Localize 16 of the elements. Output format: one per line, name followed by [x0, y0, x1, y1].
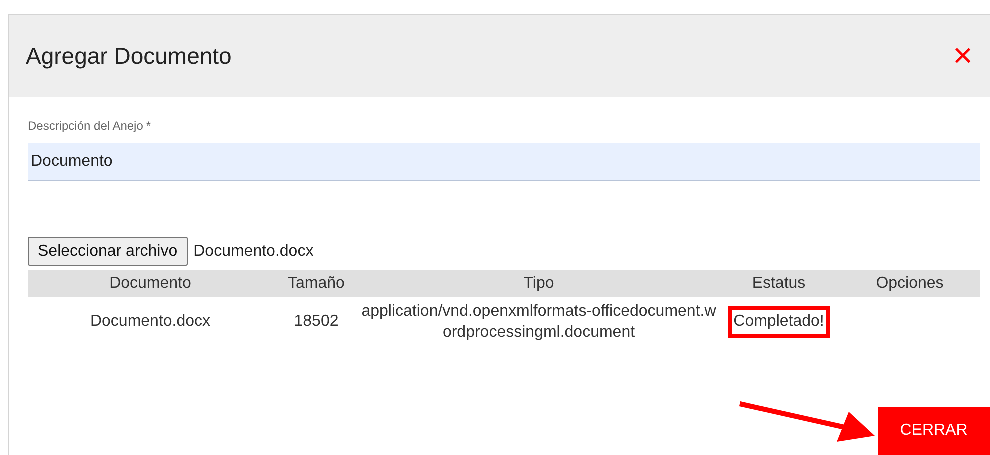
dialog-title: Agregar Documento	[26, 42, 232, 71]
required-mark: *	[146, 118, 152, 135]
table-cell-text: application/vnd.openxmlformats-officedocument.wordprocessingml.document	[360, 302, 718, 343]
field-label: Descripción del Anejo	[28, 118, 144, 135]
file-name: Documento.docx	[194, 242, 314, 262]
close-dialog-button[interactable]: CERRAR	[878, 407, 990, 455]
status-text: Completado!	[728, 306, 830, 338]
column-header: Tamaño	[287, 274, 346, 294]
choose-file-button[interactable]: Seleccionar archivo	[28, 237, 188, 266]
table-cell-text: 18502	[294, 312, 339, 332]
column-header: Tipo	[522, 274, 556, 294]
column-header: Estatus	[751, 274, 807, 294]
table-cell-text: Documento.docx	[90, 312, 211, 332]
column-header: Documento	[108, 274, 192, 294]
description-field[interactable]: Documento	[28, 143, 980, 181]
column-header: Opciones	[875, 274, 945, 294]
